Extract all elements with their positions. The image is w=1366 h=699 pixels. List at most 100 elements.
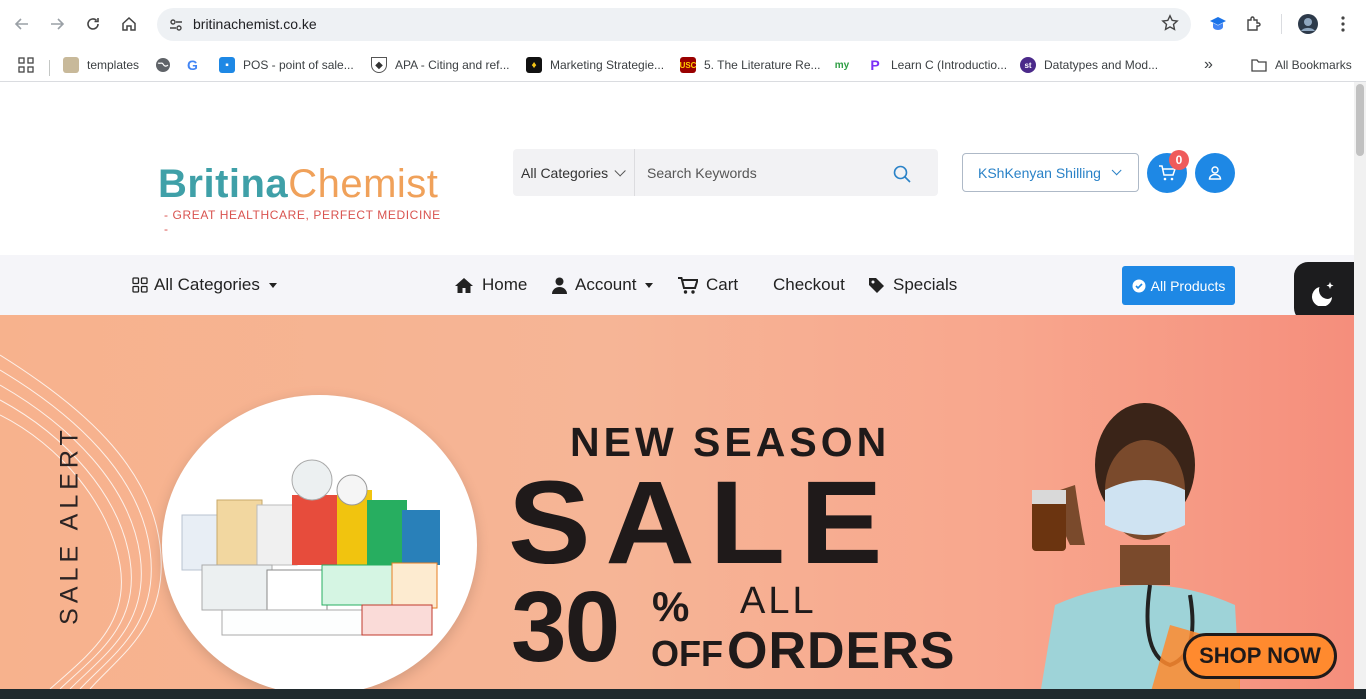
reload-icon	[87, 18, 99, 30]
usc-logo-icon: USC	[680, 57, 696, 73]
more-bookmarks-chevron[interactable]: »	[1204, 54, 1213, 76]
sale-heading: SALE	[508, 457, 898, 589]
bookmarks-bar: templates G ▪ POS - point of sale... ◆ A…	[0, 48, 1366, 82]
shop-now-button[interactable]: SHOP NOW	[1183, 633, 1337, 679]
bookmark-apa[interactable]: ◆ APA - Citing and ref...	[371, 54, 510, 76]
bookmark-google[interactable]: G	[187, 54, 198, 76]
profile-avatar[interactable]	[1296, 12, 1320, 36]
logo-wordmark: BritinaChemist	[158, 162, 448, 206]
nav-label: Specials	[893, 275, 958, 294]
my-app-icon: my	[834, 57, 850, 73]
site-logo[interactable]: BritinaChemist - GREAT HEALTHCARE, PERFE…	[158, 162, 448, 236]
medicine-boxes-illustration	[181, 459, 477, 689]
os-taskbar	[0, 689, 1366, 699]
reload-button[interactable]	[79, 10, 107, 38]
nav-label: Checkout	[773, 275, 845, 294]
all-label: ALL	[740, 580, 817, 622]
bookmark-label: Marketing Strategie...	[550, 58, 665, 72]
all-bookmarks-label: All Bookmarks	[1275, 58, 1352, 72]
bookmark-literature[interactable]: USC 5. The Literature Re...	[680, 54, 821, 76]
percent-sign: %	[652, 583, 690, 630]
nav-all-categories[interactable]: All Categories	[132, 273, 277, 297]
page-scrollbar[interactable]	[1354, 82, 1366, 689]
p-logo-icon: P	[867, 57, 883, 73]
user-icon	[552, 277, 567, 294]
search-category-select[interactable]: All Categories	[513, 149, 635, 196]
bookmark-my[interactable]: my	[834, 54, 858, 76]
home-button[interactable]	[115, 10, 143, 38]
logo-part-chemist: Chemist	[288, 162, 439, 206]
search-bar: All Categories	[513, 149, 938, 196]
nav-label: Home	[482, 275, 528, 294]
bookmarks-divider	[49, 60, 50, 76]
off-label: OFF	[651, 633, 723, 674]
bookmark-templates[interactable]: templates	[63, 54, 139, 76]
bookmark-learn-c[interactable]: P Learn C (Introductio...	[867, 54, 1007, 76]
user-icon	[1208, 166, 1222, 180]
extensions-puzzle-icon[interactable]	[1242, 12, 1266, 36]
search-input[interactable]	[639, 149, 879, 196]
site-info-icon[interactable]	[165, 14, 187, 36]
chevron-down-icon	[614, 164, 626, 177]
bookmark-label: templates	[87, 58, 140, 72]
discount-number: 30	[511, 571, 620, 683]
bookmark-marketing[interactable]: ♦ Marketing Strategie...	[526, 54, 664, 76]
bookmark-datatypes[interactable]: st Datatypes and Mod...	[1020, 54, 1158, 76]
apps-grid-icon[interactable]	[18, 54, 34, 76]
sale-alert-vertical-text: SALE ALERT	[55, 410, 85, 640]
tag-icon	[869, 277, 884, 293]
nav-home[interactable]: Home	[454, 273, 527, 297]
bookmark-label: Datatypes and Mod...	[1044, 58, 1159, 72]
back-button[interactable]	[8, 10, 36, 38]
nav-checkout[interactable]: Checkout	[773, 273, 845, 297]
address-bar[interactable]: britinachemist.co.ke	[157, 8, 1191, 41]
caret-down-icon	[268, 282, 277, 288]
forward-button[interactable]	[43, 10, 71, 38]
nav-label: All Categories	[154, 275, 260, 294]
sale-alert-label: SALE ALERT	[55, 425, 84, 625]
cart-count-badge: 0	[1169, 150, 1189, 170]
search-icon	[893, 165, 911, 183]
bookmark-label: POS - point of sale...	[243, 58, 354, 72]
logo-part-britina: Britina	[158, 162, 289, 206]
caret-down-icon	[645, 282, 654, 288]
main-nav: All Categories Home Account Cart Checkou…	[0, 255, 1354, 315]
check-badge-icon	[1132, 279, 1146, 292]
bookmark-globe[interactable]	[155, 54, 171, 76]
bookmark-star-icon[interactable]	[1161, 14, 1179, 37]
user-account-button[interactable]	[1195, 153, 1235, 193]
st-logo-icon: st	[1020, 57, 1036, 73]
nav-cart[interactable]: Cart	[678, 273, 738, 297]
search-button[interactable]	[889, 161, 915, 187]
folder-thumbnail-icon	[63, 57, 79, 73]
chevron-down-icon	[1111, 165, 1122, 176]
hero-banner[interactable]: SALE ALERT NEW SEASON SALE 30 % OFF ALL …	[0, 315, 1354, 689]
nav-account[interactable]: Account	[552, 273, 654, 297]
home-icon	[122, 16, 136, 31]
scrollbar-thumb[interactable]	[1356, 84, 1364, 156]
dark-mode-toggle[interactable]	[1294, 262, 1354, 322]
cart-icon	[678, 276, 698, 294]
web-page: BritinaChemist - GREAT HEALTHCARE, PERFE…	[0, 82, 1354, 689]
all-products-button[interactable]: All Products	[1122, 266, 1235, 305]
forward-arrow-icon	[51, 18, 65, 30]
toolbar-divider	[1281, 14, 1282, 34]
extension-graduation-icon[interactable]	[1206, 12, 1230, 36]
browser-menu-icon[interactable]	[1331, 12, 1355, 36]
currency-select[interactable]: KShKenyan Shilling	[962, 153, 1139, 192]
shield-icon: ◆	[371, 57, 387, 73]
all-products-label: All Products	[1150, 277, 1226, 294]
url-text: britinachemist.co.ke	[193, 16, 317, 32]
nav-label: Account	[575, 275, 637, 294]
all-bookmarks-button[interactable]: All Bookmarks	[1251, 54, 1352, 76]
pos-app-icon: ▪	[219, 57, 235, 73]
grid-icon	[132, 277, 148, 293]
bookmark-label: Learn C (Introductio...	[891, 58, 1008, 72]
bookmark-pos[interactable]: ▪ POS - point of sale...	[219, 54, 354, 76]
logo-tagline: - GREAT HEALTHCARE, PERFECT MEDICINE -	[164, 208, 441, 236]
globe-icon	[156, 58, 170, 72]
orders-label: ORDERS	[727, 622, 956, 680]
back-arrow-icon	[14, 18, 28, 30]
bookmark-label: 5. The Literature Re...	[704, 58, 821, 72]
nav-specials[interactable]: Specials	[868, 273, 957, 297]
